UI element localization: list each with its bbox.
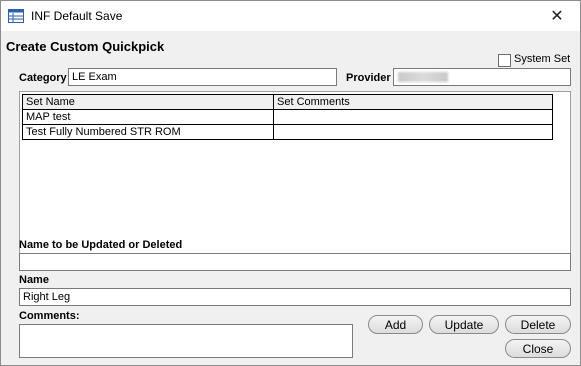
table-header-row: Set Name Set Comments: [22, 94, 553, 110]
table-row[interactable]: Test Fully Numbered STR ROM: [22, 124, 553, 140]
form-heading: Create Custom Quickpick: [6, 39, 165, 54]
update-delete-label: Name to be Updated or Deleted: [19, 239, 183, 251]
provider-input[interactable]: [393, 68, 571, 86]
set-name-cell[interactable]: Test Fully Numbered STR ROM: [22, 124, 274, 140]
column-header-set-name[interactable]: Set Name: [22, 94, 274, 110]
table-icon: [8, 9, 24, 23]
set-comments-cell[interactable]: [273, 124, 553, 140]
title-bar: INF Default Save ✕: [1, 1, 580, 31]
name-label: Name: [19, 274, 49, 286]
dialog-body: Create Custom Quickpick System Set Categ…: [1, 31, 580, 365]
set-name-cell[interactable]: MAP test: [22, 109, 274, 125]
provider-redacted-value: [398, 72, 448, 82]
comments-label: Comments:: [19, 310, 80, 322]
update-button[interactable]: Update: [429, 315, 499, 334]
category-label: Category: [19, 72, 67, 84]
update-delete-input[interactable]: [19, 253, 571, 271]
category-input[interactable]: LE Exam: [68, 68, 337, 86]
add-button[interactable]: Add: [368, 315, 423, 334]
provider-label: Provider: [346, 72, 391, 84]
window-title: INF Default Save: [31, 9, 123, 23]
close-icon: ✕: [550, 8, 564, 25]
quickpick-table: Set Name Set Comments MAP test Test Full…: [22, 94, 553, 140]
close-button[interactable]: Close: [505, 339, 571, 358]
system-set-label: System Set: [514, 53, 571, 65]
close-window-button[interactable]: ✕: [534, 1, 580, 31]
name-input[interactable]: Right Leg: [19, 288, 571, 306]
column-header-set-comments[interactable]: Set Comments: [273, 94, 553, 110]
table-row[interactable]: MAP test: [22, 109, 553, 125]
comments-textarea[interactable]: [19, 324, 353, 358]
system-set-checkbox[interactable]: [498, 54, 511, 67]
dialog-window: INF Default Save ✕ Create Custom Quickpi…: [0, 0, 581, 366]
delete-button[interactable]: Delete: [505, 315, 571, 334]
set-comments-cell[interactable]: [273, 109, 553, 125]
